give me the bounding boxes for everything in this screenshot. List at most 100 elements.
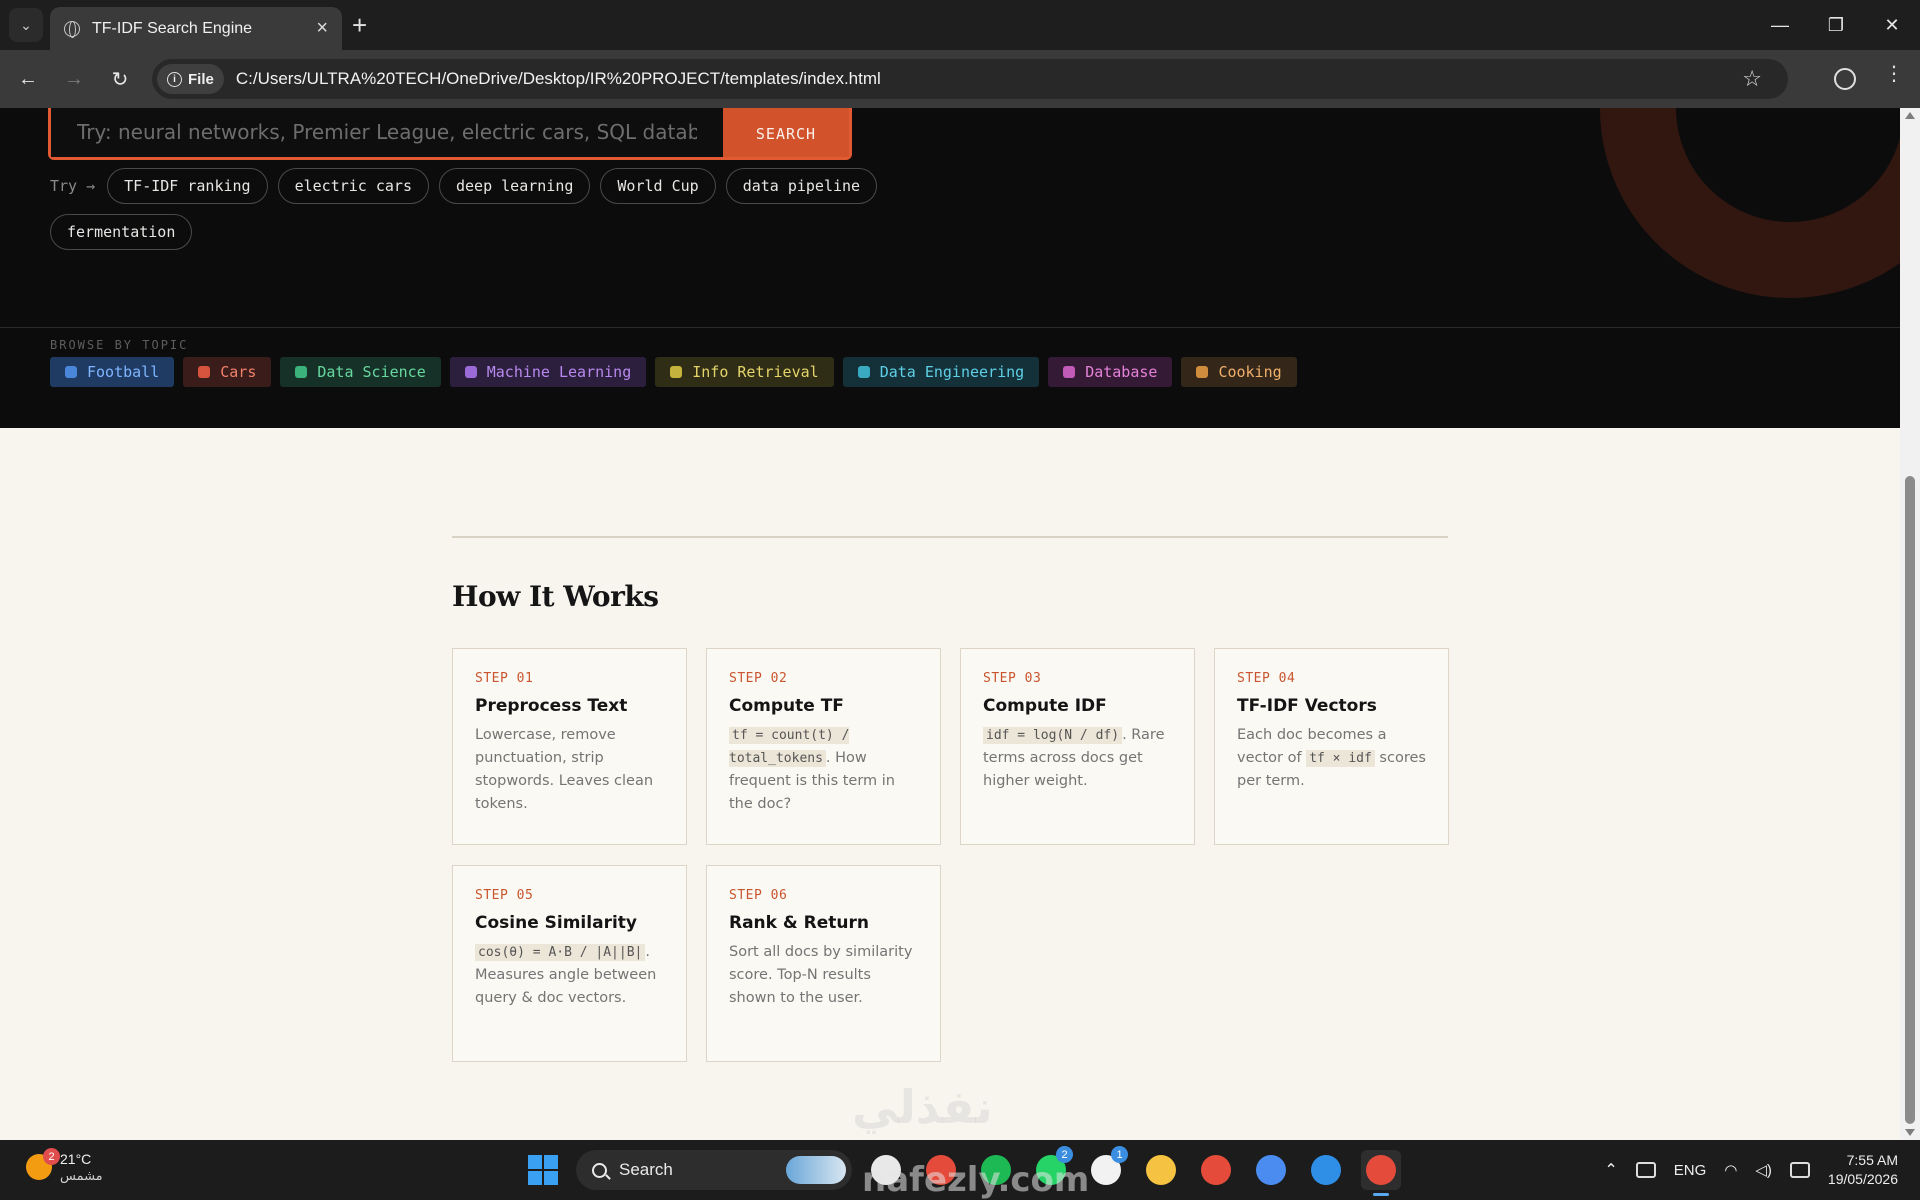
step-card: STEP 02 Compute TF tf = count(t) / total_t… [706,648,941,845]
topic-label: Machine Learning [486,363,632,381]
page-viewport: SEARCH Try → TF-IDF rankingelectric cars… [0,108,1900,1140]
site-info-chip[interactable]: i File [157,64,224,94]
topic-pill[interactable]: Machine Learning [449,357,647,387]
watermark-latin: nafezly.com [862,1160,1090,1200]
app-glyph [1311,1155,1341,1185]
language-indicator[interactable]: ENG [1674,1162,1707,1179]
suggestion-chip[interactable]: data pipeline [725,168,878,204]
page-scrollbar[interactable] [1900,108,1920,1140]
scroll-thumb[interactable] [1905,476,1915,1124]
system-tray: ⌃ ENG ◠ ◁) 7:55 AM 19/05/2026 [1604,1140,1920,1200]
taskbar-search[interactable]: Search [576,1150,852,1190]
topic-pill[interactable]: Cooking [1181,357,1297,387]
profile-icon[interactable] [1834,68,1856,90]
app-glyph [1146,1155,1176,1185]
step-number: STEP 03 [983,671,1042,686]
tab-title: TF-IDF Search Engine [92,19,253,37]
chrome-active-icon[interactable] [1361,1150,1401,1196]
folder-icon[interactable] [1141,1150,1181,1190]
app-glyph [1201,1155,1231,1185]
formula-code: idf = log(N / df) [983,727,1123,744]
search-bar: SEARCH [48,108,852,160]
chrome-profile-icon[interactable] [1196,1150,1236,1190]
browse-label: BROWSE BY TOPIC [50,338,189,352]
chevron-up-icon[interactable]: ⌃ [1604,1160,1617,1180]
decorative-ring [1600,108,1900,298]
clock[interactable]: 7:55 AM 19/05/2026 [1828,1151,1898,1189]
section-divider [452,536,1448,538]
step-number: STEP 06 [729,888,788,903]
database-icon [1063,366,1076,378]
temperature: 21°C [60,1151,92,1167]
browser-tab[interactable]: TF-IDF Search Engine × [50,7,342,50]
suggestion-chip[interactable]: TF-IDF ranking [107,168,268,204]
back-button[interactable]: ← [10,61,46,97]
section-title: How It Works [452,580,659,613]
new-tab-button[interactable]: + [352,10,367,41]
more-menu-icon[interactable]: ⋮ [1884,64,1904,84]
suggestion-chip[interactable]: deep learning [439,168,591,204]
battery-icon[interactable] [1789,1162,1810,1178]
suggestion-chip[interactable]: World Cup [600,168,716,204]
weather-widget[interactable]: 2 21°C مشمس [26,1148,103,1184]
window-close-button[interactable]: ✕ [1864,0,1920,50]
scroll-up-arrow-icon[interactable] [1905,112,1915,119]
step-card: STEP 04 TF-IDF Vectors Each doc becomes a … [1214,648,1449,845]
topic-label: Football [87,363,160,381]
wifi-icon[interactable]: ◠ [1724,1161,1737,1179]
topic-pill[interactable]: Database [1048,357,1173,387]
notification-badge: 1 [1111,1146,1128,1163]
search-button[interactable]: SEARCH [723,108,849,157]
volume-icon[interactable]: ◁) [1755,1161,1772,1179]
topic-pill[interactable]: Data Engineering [842,357,1040,387]
url-text[interactable]: C:/Users/ULTRA%20TECH/OneDrive/Desktop/I… [236,69,881,89]
search-input[interactable] [51,108,723,157]
globe-icon [64,20,80,38]
restore-button[interactable]: ❐ [1808,0,1864,50]
topic-pill[interactable]: Cars [183,357,272,387]
steps-grid: STEP 01 Preprocess Text Lowercase, remove … [452,648,1449,1062]
tab-search-button[interactable]: ⌄ [9,8,43,42]
car-icon [198,366,211,378]
globe-icon [65,366,77,378]
try-label: Try → [50,177,96,195]
formula-code: tf × idf [1306,750,1375,767]
step-title: Compute TF [729,696,844,716]
topic-list: Football Cars Data Science Machine Learning… [50,357,1297,387]
taskbar-search-label: Search [619,1160,673,1179]
suggestion-chip[interactable]: fermentation [50,214,193,250]
clock-time: 7:55 AM [1846,1152,1898,1168]
sun-icon: 2 [26,1148,60,1180]
topic-pill[interactable]: Info Retrieval [655,357,834,387]
vscode-icon[interactable] [1306,1150,1346,1190]
address-bar[interactable]: i File C:/Users/ULTRA%20TECH/OneDrive/De… [152,59,1788,99]
bookmark-star-icon[interactable]: ☆ [1742,66,1762,92]
step-title: TF-IDF Vectors [1237,696,1377,716]
step-card: STEP 05 Cosine Similarity cos(θ) = A·B / |… [452,865,687,1062]
step-card: STEP 01 Preprocess Text Lowercase, remove … [452,648,687,845]
onedrive-icon[interactable] [1635,1162,1656,1178]
tab-strip: ⌄ TF-IDF Search Engine × + — ❐ ✕ [0,0,1920,50]
topic-pill[interactable]: Football [50,357,175,387]
topic-pill[interactable]: Data Science [280,357,441,387]
suggestion-chip[interactable]: electric cars [277,168,429,204]
windows-start-icon[interactable] [528,1155,558,1185]
try-suggestions: Try → TF-IDF ranking electric cars deep le… [50,168,950,250]
chart-icon [295,366,308,378]
site-chip-label: File [188,70,214,88]
scroll-down-arrow-icon[interactable] [1905,1129,1915,1136]
chrome-profile2-icon[interactable] [1251,1150,1291,1190]
minimize-button[interactable]: — [1752,0,1808,50]
store-icon[interactable]: 1 [1086,1146,1128,1190]
forward-button[interactable]: → [56,61,92,97]
window-controls: — ❐ ✕ [1752,0,1920,50]
browser-toolbar: ← → ↻ i File C:/Users/ULTRA%20TECH/OneDr… [0,50,1920,108]
reload-button[interactable]: ↻ [102,61,138,97]
magnifier-icon [670,366,683,378]
watermark-arabic: نفذلي [852,1080,993,1134]
browse-by-topic: BROWSE BY TOPIC Football Cars Data Science… [0,327,1900,428]
step-number: STEP 04 [1237,671,1296,686]
topic-label: Cooking [1218,363,1282,381]
close-icon[interactable]: × [316,17,328,40]
step-description: cos(θ) = A·B / |A||B|. Measures angle be… [475,941,664,1010]
